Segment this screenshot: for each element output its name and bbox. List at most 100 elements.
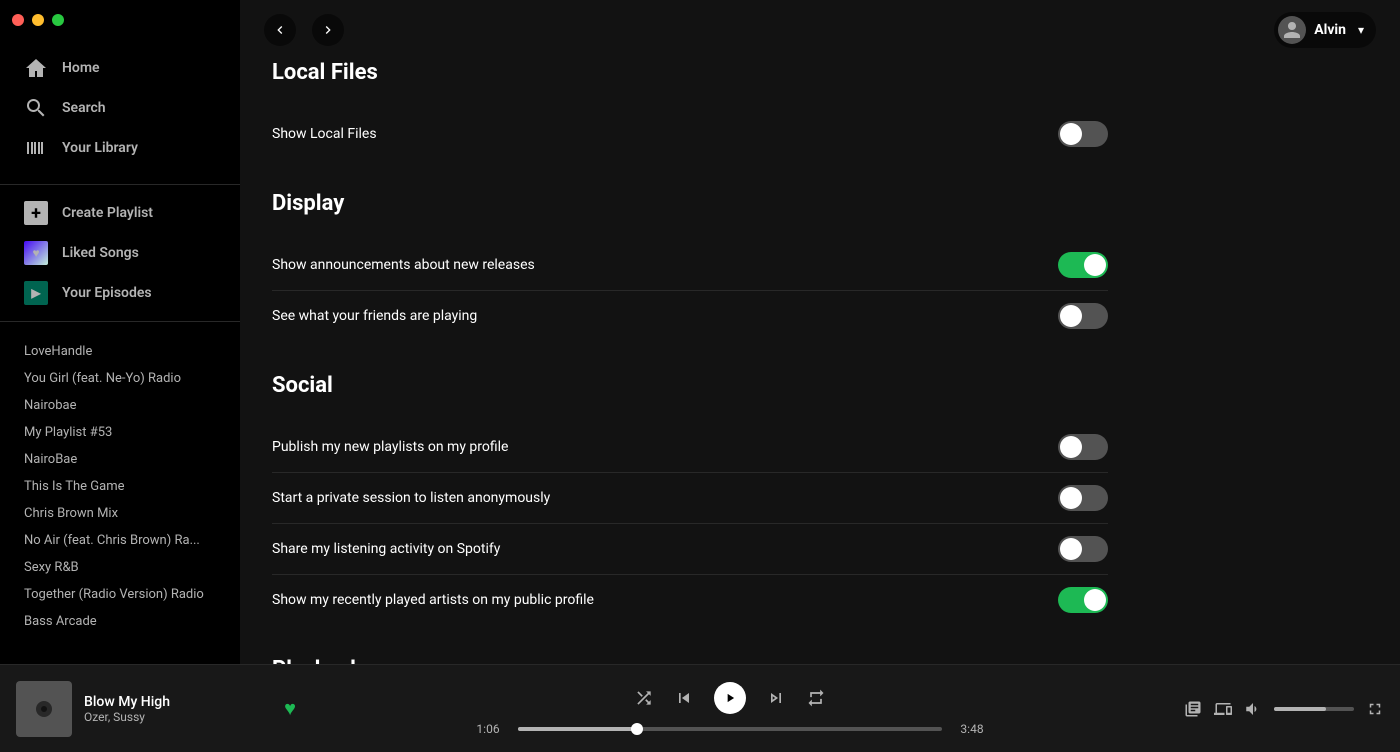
toggle-track[interactable]	[1058, 303, 1108, 329]
nav-arrows	[264, 14, 344, 46]
toggle-thumb	[1084, 589, 1106, 611]
sidebar-label-search: Search	[62, 100, 106, 116]
sidebar-item-library[interactable]: Your Library	[0, 128, 240, 168]
toggle-show-recently-played[interactable]	[1058, 587, 1108, 613]
list-item[interactable]: Chris Brown Mix	[24, 500, 216, 527]
list-item[interactable]: Bass Arcade	[24, 608, 216, 635]
section-social: Social Publish my new playlists on my pr…	[272, 373, 1108, 625]
list-item[interactable]: This Is The Game	[24, 473, 216, 500]
toggle-thumb	[1060, 538, 1082, 560]
sidebar-divider-1	[0, 184, 240, 185]
close-button[interactable]	[12, 14, 24, 26]
like-button[interactable]: ♥	[284, 696, 296, 721]
previous-button[interactable]	[674, 688, 694, 708]
toggle-track[interactable]	[1058, 121, 1108, 147]
liked-songs-label: Liked Songs	[62, 245, 139, 261]
sidebar-item-liked-songs[interactable]: ♥ Liked Songs	[0, 233, 240, 273]
total-time: 3:48	[954, 722, 990, 736]
toggle-track[interactable]	[1058, 252, 1108, 278]
toggle-track[interactable]	[1058, 536, 1108, 562]
sidebar-divider-2	[0, 321, 240, 322]
heart-icon: ♥	[24, 241, 48, 265]
queue-button[interactable]	[1184, 700, 1202, 718]
plus-icon: +	[24, 201, 48, 225]
sidebar-item-your-episodes[interactable]: ▶ Your Episodes	[0, 273, 240, 313]
shuffle-button[interactable]	[634, 688, 654, 708]
progress-bar[interactable]	[518, 727, 942, 731]
list-item[interactable]: LoveHandle	[24, 338, 216, 365]
back-button[interactable]	[264, 14, 296, 46]
track-info: Blow My High Ozer, Sussy	[84, 694, 264, 724]
progress-row: 1:06 3:48	[470, 722, 990, 736]
chevron-down-icon: ▾	[1358, 23, 1364, 37]
toggle-track[interactable]	[1058, 485, 1108, 511]
playlist-list: LoveHandle You Girl (feat. Ne-Yo) Radio …	[0, 330, 240, 664]
toggle-show-local-files[interactable]	[1058, 121, 1108, 147]
toggle-thumb	[1060, 305, 1082, 327]
sidebar-label-home: Home	[62, 60, 100, 76]
toggle-thumb	[1084, 254, 1106, 276]
sidebar: Home Search Your Library + Create Playli…	[0, 0, 240, 664]
play-pause-button[interactable]	[714, 682, 746, 714]
toggle-share-activity[interactable]	[1058, 536, 1108, 562]
search-icon	[24, 96, 48, 120]
label-show-local-files: Show Local Files	[272, 126, 1058, 142]
list-item[interactable]: Together (Radio Version) Radio	[24, 581, 216, 608]
list-item[interactable]: NairoBae	[24, 446, 216, 473]
forward-button[interactable]	[312, 14, 344, 46]
toggle-track[interactable]	[1058, 434, 1108, 460]
settings-row-show-friends: See what your friends are playing	[272, 291, 1108, 341]
list-item[interactable]: No Air (feat. Chris Brown) Ra...	[24, 527, 216, 554]
sidebar-nav: Home Search Your Library	[0, 40, 240, 176]
list-item[interactable]: Sexy R&B	[24, 554, 216, 581]
repeat-button[interactable]	[806, 688, 826, 708]
top-nav: Alvin ▾	[240, 0, 1400, 60]
settings-row-publish-playlists: Publish my new playlists on my profile	[272, 422, 1108, 473]
maximize-button[interactable]	[52, 14, 64, 26]
toggle-thumb	[1060, 487, 1082, 509]
settings-row-show-announcements: Show announcements about new releases	[272, 240, 1108, 291]
player-right	[1164, 700, 1384, 718]
player-center: 1:06 3:48	[296, 682, 1164, 736]
list-item[interactable]: You Girl (feat. Ne-Yo) Radio	[24, 365, 216, 392]
label-show-friends: See what your friends are playing	[272, 308, 1058, 324]
label-show-announcements: Show announcements about new releases	[272, 257, 1058, 273]
section-title-social: Social	[272, 373, 1108, 406]
minimize-button[interactable]	[32, 14, 44, 26]
main-content: Alvin ▾ Local Files Show Local Files	[240, 0, 1400, 752]
library-icon	[24, 136, 48, 160]
create-playlist-label: Create Playlist	[62, 205, 153, 221]
track-artist: Ozer, Sussy	[84, 710, 264, 724]
volume-button[interactable]	[1244, 700, 1262, 718]
track-name: Blow My High	[84, 694, 264, 710]
devices-button[interactable]	[1214, 700, 1232, 718]
section-local-files: Local Files Show Local Files	[272, 60, 1108, 159]
sidebar-item-create-playlist[interactable]: + Create Playlist	[0, 193, 240, 233]
sidebar-item-search[interactable]: Search	[0, 88, 240, 128]
label-show-recently-played: Show my recently played artists on my pu…	[272, 592, 1058, 608]
toggle-show-friends[interactable]	[1058, 303, 1108, 329]
sidebar-item-home[interactable]: Home	[0, 48, 240, 88]
player-bar: Blow My High Ozer, Sussy ♥ 1:06	[0, 664, 1400, 752]
toggle-publish-playlists[interactable]	[1058, 434, 1108, 460]
toggle-thumb	[1060, 123, 1082, 145]
player-controls	[634, 682, 826, 714]
label-private-session: Start a private session to listen anonym…	[272, 490, 1058, 506]
settings-content: Local Files Show Local Files Display Sho…	[240, 60, 1140, 752]
volume-bar[interactable]	[1274, 707, 1354, 711]
user-profile[interactable]: Alvin ▾	[1274, 12, 1376, 48]
section-title-display: Display	[272, 191, 1108, 224]
list-item[interactable]: My Playlist #53	[24, 419, 216, 446]
toggle-track[interactable]	[1058, 587, 1108, 613]
avatar	[1278, 16, 1306, 44]
list-item[interactable]: Nairobae	[24, 392, 216, 419]
label-share-activity: Share my listening activity on Spotify	[272, 541, 1058, 557]
current-time: 1:06	[470, 722, 506, 736]
fullscreen-button[interactable]	[1366, 700, 1384, 718]
toggle-show-announcements[interactable]	[1058, 252, 1108, 278]
toggle-thumb	[1060, 436, 1082, 458]
next-button[interactable]	[766, 688, 786, 708]
your-episodes-label: Your Episodes	[62, 285, 152, 301]
toggle-private-session[interactable]	[1058, 485, 1108, 511]
app-container: Home Search Your Library + Create Playli…	[0, 0, 1400, 752]
